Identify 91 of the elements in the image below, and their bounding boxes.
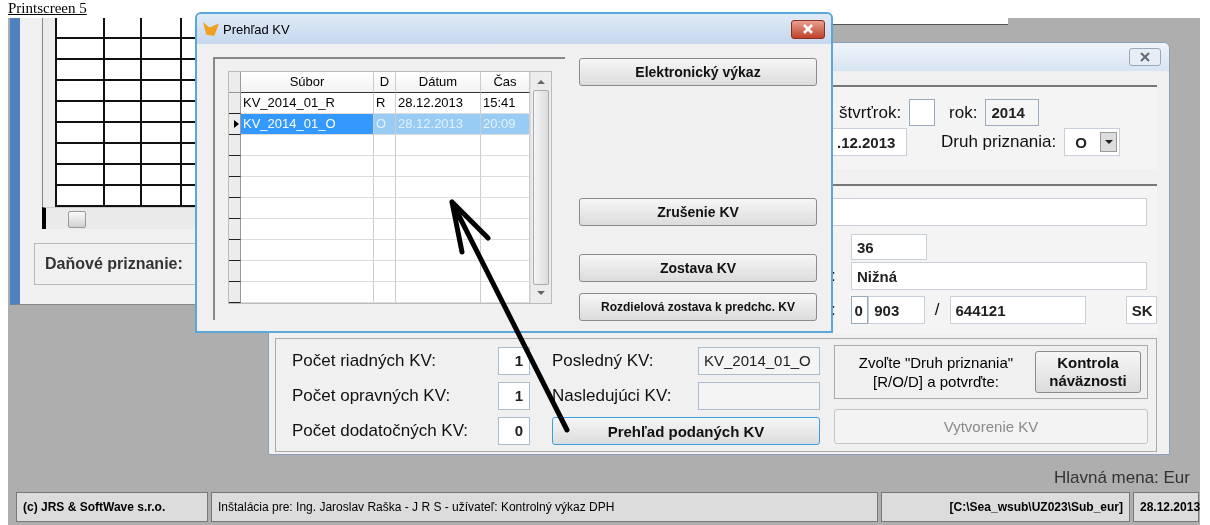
hint-text: Zvoľte "Druh priznania" [R/O/D] a potvrďte: [857,353,1015,391]
row-header [229,72,241,93]
separator-text: / [934,300,940,320]
close-button[interactable] [791,19,825,39]
overview-button[interactable]: Prehľad podaných KV [552,417,820,445]
table-cell[interactable] [374,135,396,156]
column-header[interactable]: Dátum [396,72,481,93]
table-cell[interactable] [396,240,481,261]
phone-area-field[interactable]: 903 [868,296,925,324]
close-icon [802,24,814,34]
table-cell[interactable] [374,177,396,198]
next-report-field[interactable] [698,381,820,410]
table-cell[interactable] [374,198,396,219]
column-header[interactable]: Súbor [241,72,374,93]
vertical-scrollbar[interactable] [530,72,551,303]
caption-text: Printscreen 5 [8,0,87,17]
row-header[interactable] [229,282,241,303]
close-icon [1139,52,1151,62]
form-label: Nasledujúci KV: [552,385,673,406]
table-cell[interactable] [241,261,374,282]
table-cell[interactable] [396,135,481,156]
count-field[interactable]: 0 [498,416,530,445]
form-label: Druh priznania: [941,132,1057,152]
close-button[interactable] [1129,48,1161,66]
row-header[interactable] [229,93,241,114]
last-report-field[interactable]: KV_2014_01_O [698,346,820,375]
table-cell[interactable] [241,135,374,156]
form-label: Počet opravných KV: [292,385,452,406]
status-panel: 28.12.2013 [1133,492,1199,522]
form-label: : [831,300,837,320]
name-field[interactable] [831,198,1147,226]
table-cell[interactable] [241,198,374,219]
form-label: Daňové priznanie: [45,255,183,273]
row-header[interactable] [229,240,241,261]
table-cell[interactable] [396,219,481,240]
form-label: : [831,266,837,286]
count-field[interactable]: 1 [498,346,530,375]
table-cell[interactable] [374,261,396,282]
check-button[interactable]: Kontrola náväznosti [1035,351,1141,393]
table-cell[interactable] [241,156,374,177]
form-label: štvrťrok: [839,102,902,123]
status-panel: Inštalácia pre: Ing. Jaroslav Raška - J R S - užívateľ: Kontrolný výkaz DPH [211,492,878,522]
form-label: rok: [949,102,978,123]
table-cell[interactable] [241,219,374,240]
form-label: Počet dodatočných KV: [292,420,470,441]
status-panel: [C:\Sea_wsub\UZ023\Sub_eur] [881,492,1130,522]
window-title: Prehľad KV [223,21,291,37]
row-header[interactable] [229,177,241,198]
table-cell[interactable] [396,282,481,303]
row-header[interactable] [229,156,241,177]
country-field[interactable]: SK [1125,296,1157,324]
dialog-button[interactable]: Zostava KV [579,254,817,282]
row-header[interactable] [229,261,241,282]
row-header[interactable] [229,198,241,219]
row-header[interactable] [229,114,241,135]
column-header[interactable]: D [374,72,396,93]
table-cell[interactable] [374,240,396,261]
quarter-field[interactable] [909,99,936,126]
city-field[interactable]: Nižná [851,262,1147,290]
table-cell[interactable] [374,219,396,240]
table-cell[interactable] [396,198,481,219]
phone-prefix-field[interactable]: 0 [850,296,869,324]
row-header[interactable] [229,219,241,240]
form-label: Posledný KV: [552,350,655,371]
currency-text: Hlavná mena: Eur [1053,468,1190,488]
dialog-button[interactable]: Zrušenie KV [579,198,817,226]
scroll-down-arrow-icon[interactable] [537,291,546,295]
number-field[interactable]: 36 [851,234,927,260]
table-cell[interactable] [241,177,374,198]
table-cell[interactable] [396,177,481,198]
status-panel: (c) JRS & SoftWave s.r.o. [16,492,208,522]
table-cell[interactable] [374,156,396,177]
table-cell[interactable] [241,282,374,303]
fox-logo-icon [203,22,219,36]
type-dropdown[interactable]: O [1064,128,1121,156]
phone-number-field[interactable]: 644121 [949,296,1086,324]
year-field[interactable]: 2014 [985,99,1040,126]
scroll-thumb[interactable] [533,90,550,285]
form-label: Počet riadných KV: [292,350,437,371]
scroll-up-arrow-icon[interactable] [537,80,546,84]
row-header[interactable] [229,135,241,156]
table-cell[interactable] [241,240,374,261]
table-cell[interactable] [396,261,481,282]
dropdown-button[interactable] [1100,132,1118,152]
table-cell[interactable] [396,156,481,177]
table-cell[interactable] [374,282,396,303]
count-field[interactable]: 1 [498,381,530,410]
date-field[interactable]: .12.2013 [831,128,907,156]
dialog-button[interactable]: Elektronický výkaz [579,58,817,86]
dialog-button[interactable]: Rozdielová zostava k predchc. KV [579,293,817,321]
column-header[interactable]: Čas [481,72,530,93]
